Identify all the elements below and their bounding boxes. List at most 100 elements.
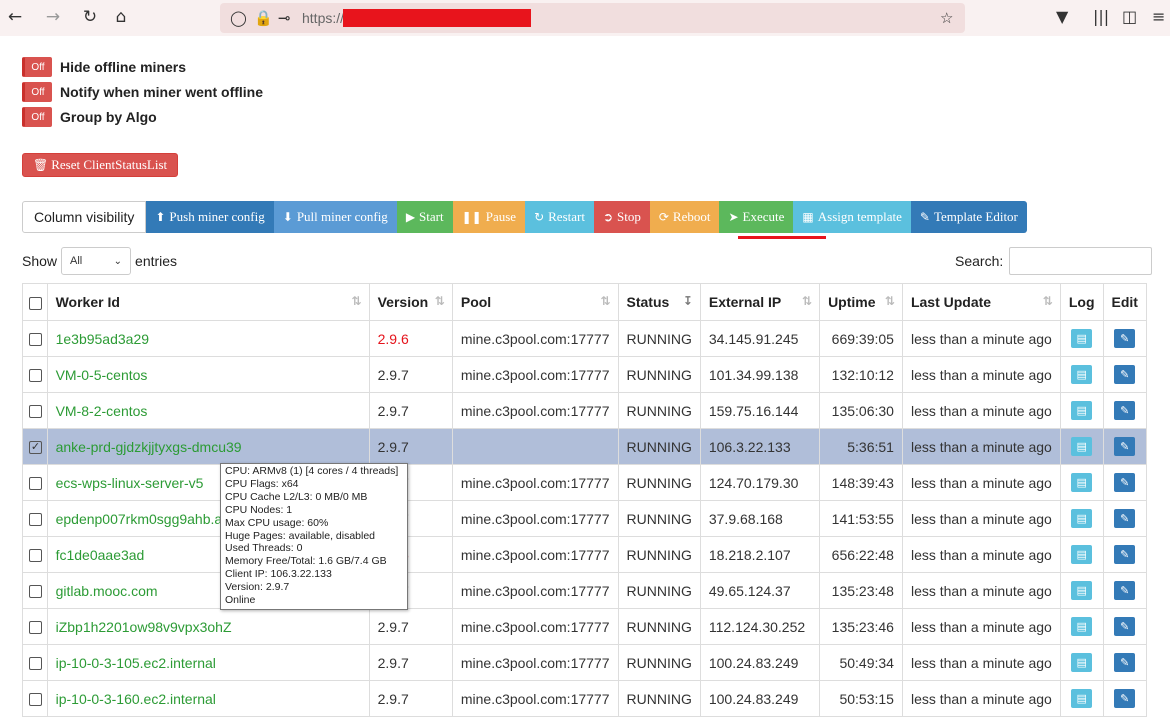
edit-icon[interactable]: ✎ bbox=[1114, 365, 1136, 384]
table-row[interactable]: VM-8-2-centos 2.9.7 mine.c3pool.com:17777 R… bbox=[22, 392, 1147, 429]
select-all-header[interactable] bbox=[22, 283, 48, 321]
menu-icon[interactable]: ≡ bbox=[1152, 7, 1165, 26]
row-checkbox-cell[interactable] bbox=[22, 500, 48, 537]
reboot-button[interactable]: ⟳ Reboot bbox=[649, 201, 720, 233]
edit-icon[interactable]: ✎ bbox=[1114, 653, 1136, 672]
url-bar[interactable]: ◯ 🔒 ⊸ https:// ☆ bbox=[220, 3, 965, 33]
log-file-icon[interactable]: ▤ bbox=[1071, 545, 1093, 564]
row-checkbox-cell[interactable] bbox=[22, 644, 48, 681]
push-miner-config-button[interactable]: ⬆ Push miner config bbox=[146, 201, 274, 233]
pull-miner-config-button[interactable]: ⬇ Pull miner config bbox=[273, 201, 397, 233]
stop-button[interactable]: ➲ Stop bbox=[593, 201, 650, 233]
checkbox[interactable] bbox=[29, 369, 42, 383]
edit-icon[interactable]: ✎ bbox=[1114, 401, 1136, 420]
log-file-icon[interactable]: ▤ bbox=[1071, 509, 1093, 528]
url-text[interactable]: https:// bbox=[302, 10, 344, 26]
log-file-icon[interactable]: ▤ bbox=[1071, 473, 1093, 492]
home-icon[interactable]: ⌂ bbox=[110, 6, 132, 28]
worker-id[interactable]: ip-10-0-3-160.ec2.internal bbox=[46, 680, 370, 717]
toggle-switch[interactable]: Off bbox=[22, 107, 52, 127]
table-row[interactable]: iZbp1h2201ow98v9vpx3ohZ 2.9.7 mine.c3pool.… bbox=[22, 608, 1147, 645]
toggle-switch[interactable]: Off bbox=[22, 82, 52, 102]
col-status[interactable]: Status ↧ bbox=[617, 283, 701, 321]
checkbox[interactable] bbox=[29, 405, 42, 419]
checkbox[interactable] bbox=[29, 621, 42, 635]
pause-button[interactable]: ❚❚ Pause bbox=[452, 201, 526, 233]
checkbox[interactable] bbox=[29, 585, 42, 599]
checkbox[interactable]: ✓ bbox=[29, 441, 42, 455]
log-file-icon[interactable]: ▤ bbox=[1071, 401, 1093, 420]
row-checkbox-cell[interactable] bbox=[22, 680, 48, 717]
reload-icon[interactable]: ↻ bbox=[79, 6, 101, 28]
pocket-icon[interactable]: ▼ bbox=[1056, 7, 1068, 26]
table-row[interactable]: ip-10-0-3-160.ec2.internal 2.9.7 mine.c3po… bbox=[22, 680, 1147, 717]
checkbox[interactable] bbox=[29, 333, 42, 347]
col-last-update[interactable]: Last Update ⇅ bbox=[901, 283, 1061, 321]
log-file-icon[interactable]: ▤ bbox=[1071, 689, 1093, 708]
col-version[interactable]: Version ⇅ bbox=[368, 283, 453, 321]
checkbox[interactable] bbox=[29, 657, 42, 671]
table-row[interactable]: epdenp007rkm0sgg9ahb.aut2.9.7mine.c3pool… bbox=[22, 500, 1147, 537]
back-arrow-icon[interactable]: ← bbox=[4, 6, 26, 28]
template-editor-button[interactable]: ✎ Template Editor bbox=[910, 201, 1027, 233]
worker-id[interactable]: iZbp1h2201ow98v9vpx3ohZ bbox=[46, 608, 370, 645]
log-file-icon[interactable]: ▤ bbox=[1071, 365, 1093, 384]
key-icon[interactable]: ⊸ bbox=[278, 9, 291, 27]
assign-template-button[interactable]: ▦ Assign template bbox=[793, 201, 911, 233]
col-worker-id[interactable]: Worker Id ⇅ bbox=[46, 283, 370, 321]
row-checkbox-cell[interactable] bbox=[22, 572, 48, 609]
sidebar-icon[interactable]: ◫ bbox=[1122, 7, 1137, 26]
worker-id[interactable]: VM-8-2-centos bbox=[46, 392, 370, 429]
row-checkbox-cell[interactable] bbox=[22, 536, 48, 573]
table-row[interactable]: gitlab.mooc.com2.9.7mine.c3pool.com:1777… bbox=[22, 572, 1147, 609]
forward-arrow-icon[interactable]: → bbox=[42, 6, 64, 28]
column-visibility-button[interactable]: Column visibility bbox=[22, 201, 147, 233]
reset-clientstatuslist-button[interactable]: 🗑 Reset ClientStatusList bbox=[22, 153, 179, 177]
execute-button[interactable]: ➤ Execute bbox=[719, 201, 794, 233]
table-row[interactable]: fc1de0aae3ad2.9.6mine.c3pool.com:17777RU… bbox=[22, 536, 1147, 573]
col-pool[interactable]: Pool ⇅ bbox=[451, 283, 619, 321]
row-checkbox-cell[interactable] bbox=[22, 464, 48, 501]
entries-select[interactable]: All ⌄ bbox=[61, 247, 132, 275]
edit-icon[interactable]: ✎ bbox=[1114, 473, 1136, 492]
checkbox[interactable] bbox=[29, 296, 42, 310]
row-checkbox-cell[interactable] bbox=[22, 392, 48, 429]
search-input[interactable] bbox=[1009, 247, 1153, 275]
worker-id[interactable]: 1e3b95ad3a29 bbox=[46, 320, 370, 357]
edit-icon[interactable]: ✎ bbox=[1114, 437, 1136, 456]
toggle-switch[interactable]: Off bbox=[22, 57, 52, 77]
log-file-icon[interactable]: ▤ bbox=[1071, 329, 1093, 348]
checkbox[interactable] bbox=[29, 477, 42, 491]
log-file-icon[interactable]: ▤ bbox=[1071, 617, 1093, 636]
row-checkbox-cell[interactable] bbox=[22, 608, 48, 645]
worker-id[interactable]: VM-0-5-centos bbox=[46, 356, 370, 393]
col-uptime[interactable]: Uptime ⇅ bbox=[819, 283, 903, 321]
row-checkbox-cell[interactable] bbox=[22, 356, 48, 393]
row-checkbox-cell[interactable] bbox=[22, 320, 48, 357]
log-file-icon[interactable]: ▤ bbox=[1071, 653, 1093, 672]
checkbox[interactable] bbox=[29, 693, 42, 707]
edit-icon[interactable]: ✎ bbox=[1114, 509, 1136, 528]
checkbox[interactable] bbox=[29, 513, 42, 527]
worker-id[interactable]: anke-prd-gjdzkjjtyxgs-dmcu39 bbox=[46, 428, 370, 465]
row-checkbox-cell[interactable]: ✓ bbox=[22, 428, 48, 465]
star-icon[interactable]: ☆ bbox=[940, 9, 953, 27]
edit-icon[interactable]: ✎ bbox=[1114, 329, 1136, 348]
edit-icon[interactable]: ✎ bbox=[1114, 581, 1136, 600]
checkbox[interactable] bbox=[29, 549, 42, 563]
edit-icon[interactable]: ✎ bbox=[1114, 617, 1136, 636]
table-row[interactable]: ecs-wps-linux-server-v52.9.7mine.c3pool.… bbox=[22, 464, 1147, 501]
shield-icon[interactable]: ◯ bbox=[230, 9, 247, 27]
start-button[interactable]: ▶ Start bbox=[396, 201, 453, 233]
table-row[interactable]: VM-0-5-centos 2.9.7 mine.c3pool.com:17777 R… bbox=[22, 356, 1147, 393]
edit-icon[interactable]: ✎ bbox=[1114, 689, 1136, 708]
worker-id[interactable]: ip-10-0-3-105.ec2.internal bbox=[46, 644, 370, 681]
edit-icon[interactable]: ✎ bbox=[1114, 545, 1136, 564]
table-row[interactable]: 1e3b95ad3a29 2.9.6 mine.c3pool.com:17777 RU… bbox=[22, 320, 1147, 357]
lock-icon[interactable]: 🔒 bbox=[254, 9, 273, 27]
table-row[interactable]: ip-10-0-3-105.ec2.internal 2.9.7 mine.c3po… bbox=[22, 644, 1147, 681]
log-file-icon[interactable]: ▤ bbox=[1071, 581, 1093, 600]
restart-button[interactable]: ↻ Restart bbox=[525, 201, 594, 233]
log-file-icon[interactable]: ▤ bbox=[1071, 437, 1093, 456]
col-external-ip[interactable]: External IP ⇅ bbox=[699, 283, 821, 321]
